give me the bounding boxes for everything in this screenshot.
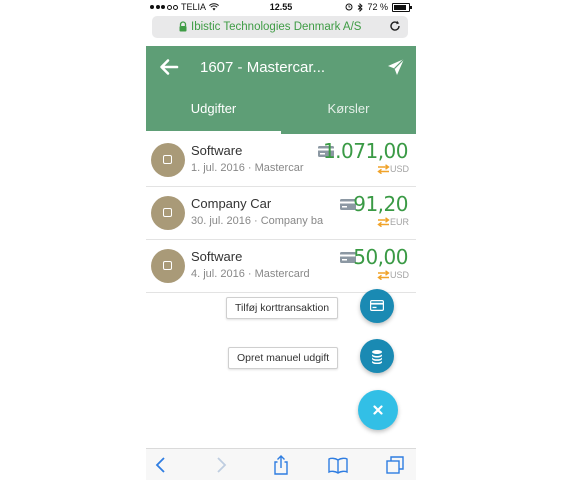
app-header: 1607 - Mastercar... Udgifter Kørsler bbox=[146, 46, 416, 134]
browser-toolbar bbox=[146, 448, 416, 480]
category-avatar bbox=[151, 196, 185, 230]
expense-subtitle: 30. jul. 2016 · Company ba bbox=[191, 215, 324, 227]
exchange-icon bbox=[377, 217, 390, 227]
send-icon[interactable] bbox=[386, 57, 406, 77]
close-icon bbox=[373, 405, 383, 415]
expense-subtitle: 4. jul. 2016 · Mastercard bbox=[191, 268, 310, 280]
expense-list: Software 1. jul. 2016 · Mastercar 1.071,… bbox=[146, 134, 416, 293]
exchange-icon bbox=[377, 164, 390, 174]
expense-name: Software bbox=[191, 249, 243, 264]
list-item[interactable]: Company Car 30. jul. 2016 · Company ba 9… bbox=[146, 187, 416, 240]
page-title: 1607 - Mastercar... bbox=[200, 59, 326, 76]
phone-screen: TELIA 12.55 72 % Ibistic Technologies De… bbox=[146, 0, 416, 480]
add-card-transaction-button[interactable] bbox=[360, 289, 394, 323]
expense-amount: 50,00 bbox=[353, 245, 408, 269]
tabs-icon[interactable] bbox=[384, 454, 406, 476]
expense-currency: EUR bbox=[389, 217, 409, 227]
expense-amount: 1.071,00 bbox=[322, 139, 409, 163]
back-arrow-icon[interactable] bbox=[158, 56, 180, 78]
status-bar: TELIA 12.55 72 % bbox=[146, 0, 416, 14]
expense-subtitle: 1. jul. 2016 · Mastercar bbox=[191, 162, 304, 174]
browser-forward-icon[interactable] bbox=[210, 454, 232, 476]
expense-currency: USD bbox=[389, 270, 409, 280]
tab-udgifter[interactable]: Udgifter bbox=[146, 90, 281, 134]
page-url: Ibistic Technologies Denmark A/S bbox=[191, 21, 362, 33]
bluetooth-icon bbox=[358, 2, 364, 12]
expense-name: Software bbox=[191, 143, 243, 158]
list-item[interactable]: Software 4. jul. 2016 · Mastercard 50,00… bbox=[146, 240, 416, 293]
create-manual-expense-label[interactable]: Opret manuel udgift bbox=[228, 347, 339, 369]
category-avatar bbox=[151, 249, 185, 283]
alarm-icon bbox=[345, 3, 353, 11]
create-manual-expense-button[interactable] bbox=[360, 339, 394, 373]
tab-bar: Udgifter Kørsler bbox=[146, 90, 416, 134]
browser-back-icon[interactable] bbox=[150, 454, 172, 476]
battery-icon bbox=[392, 2, 412, 12]
expense-currency: USD bbox=[389, 164, 409, 174]
exchange-icon bbox=[377, 270, 390, 280]
close-fab-button[interactable] bbox=[358, 390, 398, 430]
card-icon bbox=[370, 300, 384, 311]
lock-icon bbox=[179, 21, 187, 32]
reload-icon[interactable] bbox=[388, 19, 402, 33]
battery-percent: 72 % bbox=[367, 2, 388, 12]
coins-icon bbox=[372, 350, 382, 364]
add-card-transaction-label[interactable]: Tilføj korttransaktion bbox=[226, 297, 339, 319]
expense-name: Company Car bbox=[191, 196, 272, 211]
bookmarks-icon[interactable] bbox=[327, 454, 349, 476]
category-avatar bbox=[151, 143, 185, 177]
tab-korsler[interactable]: Kørsler bbox=[281, 90, 416, 134]
expense-amount: 91,20 bbox=[353, 192, 408, 216]
share-icon[interactable] bbox=[270, 454, 292, 476]
address-bar[interactable]: Ibistic Technologies Denmark A/S bbox=[152, 16, 408, 38]
list-item[interactable]: Software 1. jul. 2016 · Mastercar 1.071,… bbox=[146, 134, 416, 187]
